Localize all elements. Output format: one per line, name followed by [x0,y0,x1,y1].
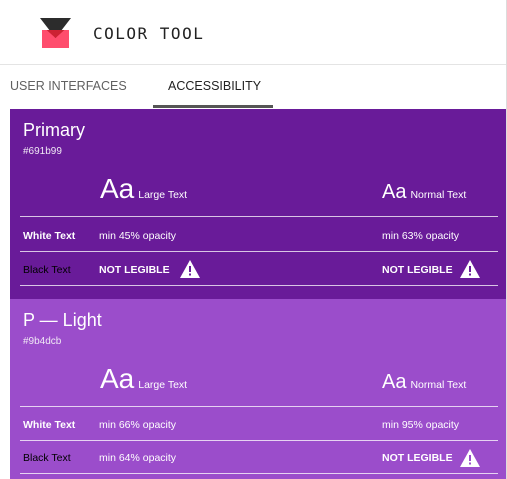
white-large-result: min 45% opacity [99,230,177,242]
normal-text-sample: Aa Normal Text [382,371,466,394]
warning-icon [460,260,480,278]
row-divider [20,473,498,474]
black-text-label: Black Text [23,452,71,464]
white-normal-result: min 95% opacity [382,419,460,431]
warning-icon [460,449,480,467]
black-normal-result: NOT LEGIBLE [382,452,453,464]
tab-user-interfaces[interactable]: USER INTERFACES [10,79,127,93]
row-divider [20,440,498,441]
normal-sample-glyph: Aa [382,181,407,203]
white-large-result: min 66% opacity [99,419,177,431]
panel-primary-light: P — Light #9b4dcb Aa Large Text Aa Normal … [10,299,506,479]
panel-primary: Primary #691b99 Aa Large Text Aa Normal Te… [10,109,506,299]
tab-bar: USER INTERFACES ACCESSIBILITY [0,65,506,108]
warning-icon [180,260,200,278]
normal-text-label: Normal Text [410,379,467,391]
black-text-label: Black Text [23,264,71,276]
normal-sample-glyph: Aa [382,371,407,393]
black-normal-result: NOT LEGIBLE [382,264,453,276]
row-divider [20,406,498,407]
white-text-label: White Text [23,230,76,242]
large-text-label: Large Text [138,379,188,391]
color-tool-logo [40,18,71,48]
black-large-result: NOT LEGIBLE [99,264,170,276]
color-tool-app: COLOR TOOL USER INTERFACES ACCESSIBILITY… [0,0,507,479]
normal-text-sample: Aa Normal Text [382,181,466,204]
app-header: COLOR TOOL [0,0,506,65]
black-large-result: min 64% opacity [99,452,177,464]
large-sample-glyph: Aa [100,363,135,394]
large-text-label: Large Text [138,189,188,201]
large-text-sample: Aa Large Text [100,363,187,395]
normal-text-label: Normal Text [410,189,467,201]
white-text-label: White Text [23,419,76,431]
panel-title: P — Light [23,310,102,330]
row-divider [20,285,498,286]
large-text-sample: Aa Large Text [100,173,187,205]
tab-accessibility[interactable]: ACCESSIBILITY [168,79,261,93]
panel-title: Primary [23,120,85,140]
white-normal-result: min 63% opacity [382,230,460,242]
row-divider [20,216,498,217]
large-sample-glyph: Aa [100,173,135,204]
panel-hex-code: #691b99 [23,146,62,157]
app-title: COLOR TOOL [93,24,205,43]
active-tab-indicator [153,105,273,108]
row-divider [20,251,498,252]
panel-hex-code: #9b4dcb [23,336,62,347]
